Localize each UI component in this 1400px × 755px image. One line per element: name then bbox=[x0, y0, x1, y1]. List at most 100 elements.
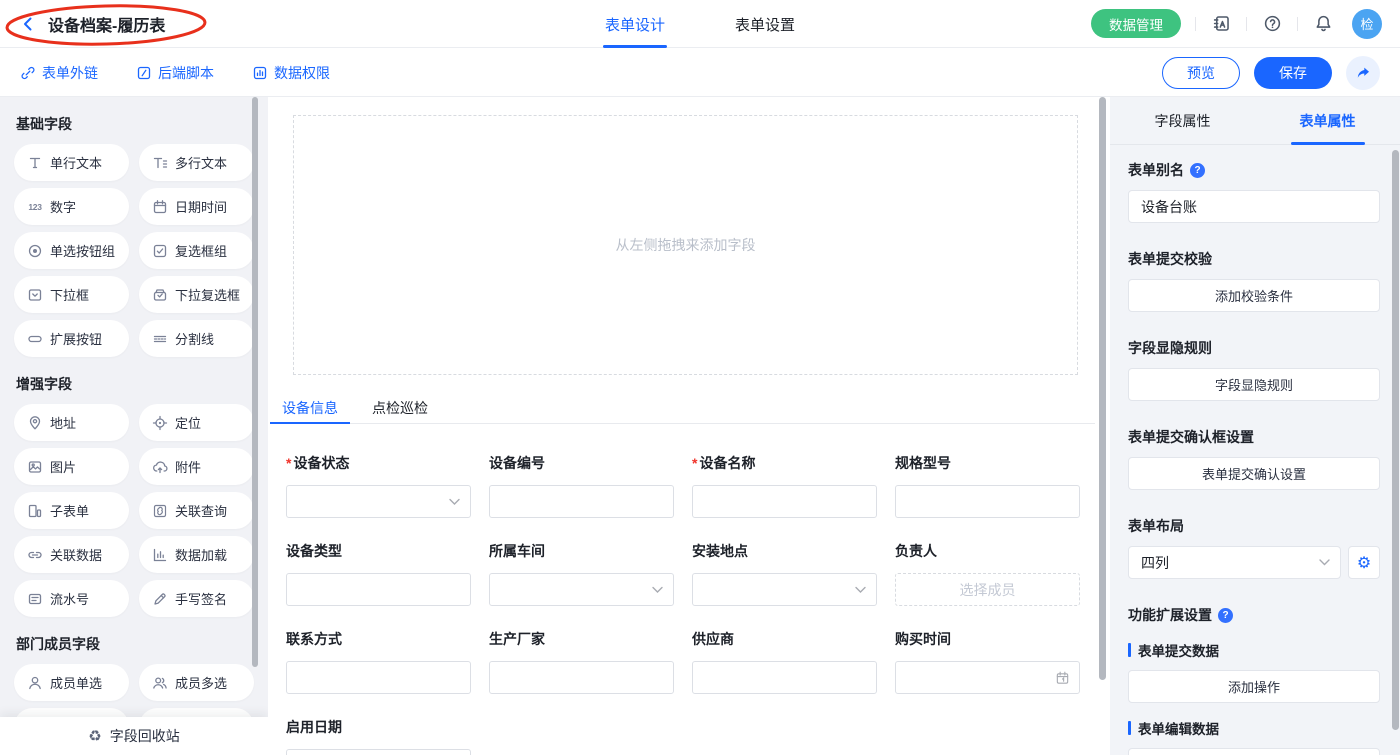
contacts-icon[interactable] bbox=[1210, 13, 1232, 35]
data-permission-link[interactable]: 数据权限 bbox=[252, 63, 330, 83]
link-icon bbox=[20, 65, 36, 81]
field-contact[interactable]: 联系方式 bbox=[286, 631, 471, 694]
save-button[interactable]: 保存 bbox=[1254, 57, 1332, 89]
backend-script-link[interactable]: 后端脚本 bbox=[136, 63, 214, 83]
notifications-bell-icon[interactable] bbox=[1312, 13, 1334, 35]
back-button[interactable] bbox=[18, 14, 38, 34]
pill-location[interactable]: 定位 bbox=[139, 404, 254, 441]
pill-member-multi[interactable]: 成员多选 bbox=[139, 664, 254, 701]
pill-image[interactable]: 图片 bbox=[14, 448, 129, 485]
field-spec-model[interactable]: 规格型号 bbox=[895, 455, 1080, 518]
form-layout-label: 表单布局 bbox=[1128, 516, 1380, 536]
preview-button[interactable]: 预览 bbox=[1162, 57, 1240, 89]
pill-subform[interactable]: 子表单 bbox=[14, 492, 129, 529]
pill-address[interactable]: 地址 bbox=[14, 404, 129, 441]
manufacturer-input[interactable] bbox=[489, 661, 674, 694]
submit-confirm-button[interactable]: 表单提交确认设置 bbox=[1128, 457, 1380, 490]
calendar-icon bbox=[1055, 670, 1070, 685]
pill-link-query[interactable]: 关联查询 bbox=[139, 492, 254, 529]
pill-member-single[interactable]: 成员单选 bbox=[14, 664, 129, 701]
dropzone[interactable]: 从左侧拖拽来添加字段 bbox=[293, 115, 1078, 375]
field-device-type[interactable]: 设备类型 bbox=[286, 543, 471, 606]
pill-signature[interactable]: 手写签名 bbox=[139, 580, 254, 617]
help-badge-icon[interactable] bbox=[1190, 163, 1205, 178]
help-badge-icon[interactable] bbox=[1218, 608, 1233, 623]
pill-dropdown[interactable]: 下拉框 bbox=[14, 276, 129, 313]
form-external-link[interactable]: 表单外链 bbox=[20, 63, 98, 83]
device-type-input[interactable] bbox=[286, 573, 471, 606]
field-device-code[interactable]: 设备编号 bbox=[489, 455, 674, 518]
form-toolbar: 表单外链 后端脚本 数据权限 预览 保存 bbox=[0, 49, 1400, 97]
field-visibility-button[interactable]: 字段显隐规则 bbox=[1128, 368, 1380, 401]
form-row: 启用日期 bbox=[286, 719, 1080, 755]
user-avatar[interactable]: 检 bbox=[1352, 9, 1382, 39]
field-purchase-time[interactable]: 购买时间 bbox=[895, 631, 1080, 694]
supplier-input[interactable] bbox=[692, 661, 877, 694]
share-button[interactable] bbox=[1346, 56, 1380, 90]
field-owner[interactable]: 负责人 选择成员 bbox=[895, 543, 1080, 606]
divider bbox=[1246, 17, 1247, 31]
tab-field-properties[interactable]: 字段属性 bbox=[1110, 97, 1255, 144]
field-visibility-label: 字段显隐规则 bbox=[1128, 338, 1380, 358]
pill-divider[interactable]: 分割线 bbox=[139, 320, 254, 357]
sidebar-scrollbar[interactable] bbox=[252, 97, 258, 667]
field-install-location[interactable]: 安装地点 bbox=[692, 543, 877, 606]
panel-scrollbar[interactable] bbox=[1392, 150, 1399, 730]
tab-device-info[interactable]: 设备信息 bbox=[276, 398, 344, 423]
form-layout-row: 四列 ⚙ bbox=[1128, 546, 1380, 579]
field-recycle-bin[interactable]: ♻ 字段回收站 bbox=[0, 717, 268, 755]
pill-data-load[interactable]: 数据加载 bbox=[139, 536, 254, 573]
pill-link-data[interactable]: 关联数据 bbox=[14, 536, 129, 573]
form-alias-input[interactable] bbox=[1128, 190, 1380, 223]
pill-checkbox-group[interactable]: 复选框组 bbox=[139, 232, 254, 269]
tab-form-design[interactable]: 表单设计 bbox=[603, 0, 667, 48]
tab-inspection[interactable]: 点检巡检 bbox=[366, 398, 434, 423]
layout-settings-button[interactable]: ⚙ bbox=[1348, 546, 1380, 579]
device-name-input[interactable] bbox=[692, 485, 877, 518]
add-validation-button[interactable]: 添加校验条件 bbox=[1128, 279, 1380, 312]
workshop-select[interactable] bbox=[489, 573, 674, 606]
toolbar-links: 表单外链 后端脚本 数据权限 bbox=[20, 63, 330, 83]
member-multi-icon bbox=[152, 675, 168, 691]
extension-settings-label: 功能扩展设置 bbox=[1128, 605, 1380, 625]
pill-datetime[interactable]: 日期时间 bbox=[139, 188, 254, 225]
panel-tabs: 字段属性 表单属性 bbox=[1110, 97, 1400, 145]
chevron-down-icon bbox=[652, 586, 663, 593]
signature-icon bbox=[152, 591, 168, 607]
contact-input[interactable] bbox=[286, 661, 471, 694]
spec-model-input[interactable] bbox=[895, 485, 1080, 518]
tab-form-settings[interactable]: 表单设置 bbox=[733, 0, 797, 48]
pill-serial-number[interactable]: 流水号 bbox=[14, 580, 129, 617]
pill-multi-dropdown[interactable]: 下拉复选框 bbox=[139, 276, 254, 313]
form-canvas: 从左侧拖拽来添加字段 设备信息 点检巡检 *设备状态 设备编号 *设备名称 bbox=[268, 97, 1110, 755]
field-device-name[interactable]: *设备名称 bbox=[692, 455, 877, 518]
pill-attachment[interactable]: 附件 bbox=[139, 448, 254, 485]
purchase-time-datepicker[interactable] bbox=[895, 661, 1080, 694]
device-code-input[interactable] bbox=[489, 485, 674, 518]
number-icon: 123 bbox=[27, 202, 43, 212]
pill-extend-button[interactable]: 扩展按钮 bbox=[14, 320, 129, 357]
pill-single-line-text[interactable]: 单行文本 bbox=[14, 144, 129, 181]
data-manage-button[interactable]: 数据管理 bbox=[1091, 9, 1181, 38]
edit-data-add-action-button[interactable]: 添加操作 bbox=[1128, 748, 1380, 755]
pill-number[interactable]: 123 数字 bbox=[14, 188, 129, 225]
select-member-button[interactable]: 选择成员 bbox=[895, 573, 1080, 606]
field-supplier[interactable]: 供应商 bbox=[692, 631, 877, 694]
edit-data-label: 表单编辑数据 bbox=[1128, 718, 1380, 738]
enable-date-input[interactable] bbox=[286, 749, 471, 755]
tab-form-properties[interactable]: 表单属性 bbox=[1255, 97, 1400, 144]
canvas-scrollbar[interactable] bbox=[1099, 97, 1106, 680]
submit-data-add-action-button[interactable]: 添加操作 bbox=[1128, 670, 1380, 703]
layout-select[interactable]: 四列 bbox=[1128, 546, 1341, 579]
field-workshop[interactable]: 所属车间 bbox=[489, 543, 674, 606]
help-icon[interactable] bbox=[1261, 13, 1283, 35]
field-enable-date[interactable]: 启用日期 bbox=[286, 719, 471, 755]
pill-radio-group[interactable]: 单选按钮组 bbox=[14, 232, 129, 269]
pill-multi-line-text[interactable]: 多行文本 bbox=[139, 144, 254, 181]
install-location-select[interactable] bbox=[692, 573, 877, 606]
form-row: 设备类型 所属车间 安装地点 负责人 选择成员 bbox=[286, 543, 1080, 606]
field-manufacturer[interactable]: 生产厂家 bbox=[489, 631, 674, 694]
member-single-icon bbox=[27, 675, 43, 691]
device-status-select[interactable] bbox=[286, 485, 471, 518]
field-device-status[interactable]: *设备状态 bbox=[286, 455, 471, 518]
